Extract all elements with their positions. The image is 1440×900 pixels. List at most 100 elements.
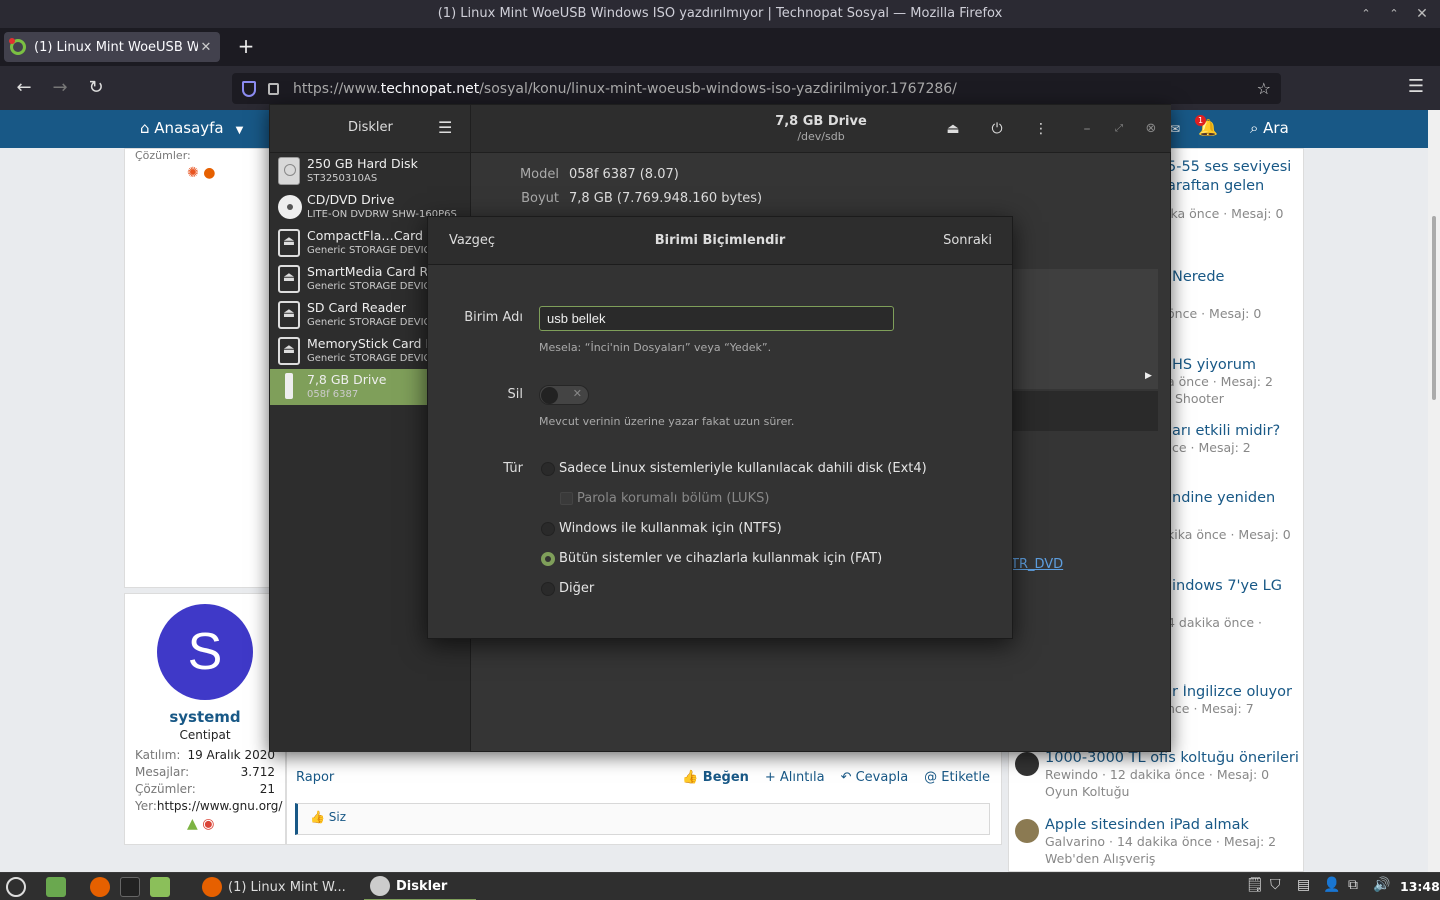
minimize-icon[interactable]: ⌃ xyxy=(1352,0,1380,28)
reactions-bar[interactable]: 👍 Siz xyxy=(295,803,990,835)
shield-icon[interactable]: ⛉ xyxy=(1270,877,1281,893)
window-titlebar: (1) Linux Mint WoeUSB Windows ISO yazdır… xyxy=(0,0,1440,28)
thread-avatar[interactable] xyxy=(1015,752,1039,776)
network-icon[interactable]: ⧉ xyxy=(1348,877,1358,893)
post-actions: Rapor 👍 Beğen + Alıntıla ↶ Cevapla @ Eti… xyxy=(296,770,996,790)
erase-label: Sil xyxy=(507,387,523,402)
files-icon[interactable] xyxy=(150,877,170,897)
erase-hint: Mevcut verinin üzerine yazar fakat uzun … xyxy=(539,415,795,428)
ntfs-option[interactable]: Windows ile kullanmak için (NTFS) xyxy=(559,521,782,536)
solutions-label: Çözümler: xyxy=(135,149,191,162)
bookmark-star-icon[interactable]: ☆ xyxy=(1257,79,1271,98)
mount-link[interactable]: TR_DVD xyxy=(1011,557,1063,572)
disks-sidebar-header: Diskler ☰ xyxy=(270,105,471,153)
other-option[interactable]: Diğer xyxy=(559,581,594,596)
tab-bar: (1) Linux Mint WoeUSB Windows ISO yazdır… xyxy=(0,28,1440,66)
usb-drive-icon xyxy=(278,373,300,401)
author-name[interactable]: systemd xyxy=(125,708,285,726)
disks-main-header: 7,8 GB Drive /dev/sdb ⏏ ⏻ ⋮ – ⤢ ⊗ xyxy=(471,105,1171,153)
show-desktop-icon[interactable] xyxy=(46,877,66,897)
hard-disk-icon xyxy=(278,157,300,185)
os-logos-icon: ✺ ● xyxy=(187,165,216,181)
ext4-option[interactable]: Sadece Linux sistemleriyle kullanılacak … xyxy=(559,461,927,476)
close-tab-icon[interactable]: ✕ xyxy=(198,40,214,55)
device-item[interactable]: 250 GB Hard Disk ST3250310AS xyxy=(270,153,471,189)
taskbar: (1) Linux Mint W... Diskler 🗒 ⛉ ▤ 👤 ⧉ 🔊 … xyxy=(0,872,1440,900)
like-button[interactable]: 👍 Beğen xyxy=(682,770,749,785)
disks-menu-icon[interactable]: ☰ xyxy=(438,118,452,137)
tag-button[interactable]: @ Etiketle xyxy=(924,770,990,785)
home-link[interactable]: ⌂ Anasayfa ▼ xyxy=(140,110,243,148)
mail-icon[interactable]: ✉ xyxy=(1170,122,1180,136)
luks-checkbox[interactable] xyxy=(560,492,573,505)
card-reader-icon xyxy=(278,301,300,329)
tracking-shield-icon[interactable] xyxy=(242,80,256,97)
next-button[interactable]: Sonraki xyxy=(943,233,992,248)
author-title: Centipat xyxy=(179,728,231,742)
firefox-icon xyxy=(202,877,222,897)
disks-app-icon xyxy=(370,876,390,896)
dialog-header: Vazgeç Birimi Biçimlendir Sonraki xyxy=(428,217,1012,265)
play-arrow-icon[interactable]: ▶ xyxy=(1145,371,1152,381)
page-scrollbar[interactable] xyxy=(1428,110,1440,872)
tab-technopat[interactable]: (1) Linux Mint WoeUSB Windows ISO yazdır… xyxy=(4,32,220,62)
close-window-icon[interactable]: ✕ xyxy=(1408,0,1436,28)
erase-toggle[interactable]: ✕ xyxy=(539,385,589,405)
taskbar-disks[interactable]: Diskler xyxy=(364,873,476,900)
drive-options-icon[interactable]: ⋮ xyxy=(1031,119,1051,139)
clipboard-icon[interactable]: 🗒 xyxy=(1246,877,1264,893)
lock-icon[interactable] xyxy=(268,82,279,95)
firefox-launcher-icon[interactable] xyxy=(90,877,110,897)
author-stat: Yer: https://www.gnu.org/ xyxy=(135,799,283,813)
eject-icon[interactable]: ⏏ xyxy=(943,119,963,139)
ntfs-radio[interactable] xyxy=(541,522,555,536)
reload-button[interactable]: ↻ xyxy=(84,76,108,100)
author-stat: Çözümler: 21 xyxy=(135,782,275,796)
disks-title: Diskler xyxy=(348,120,393,135)
reply-button[interactable]: ↶ Cevapla xyxy=(841,770,909,785)
card-reader-icon xyxy=(278,337,300,365)
volume-icon[interactable]: 🔊 xyxy=(1373,877,1390,893)
volume-map[interactable] xyxy=(1011,269,1158,389)
close-window-icon[interactable]: ⊗ xyxy=(1141,119,1161,139)
volume-name-input[interactable] xyxy=(539,306,894,331)
thread-item[interactable]: 1000-3000 TL ofis koltuğu önerileri Rewin… xyxy=(1009,750,1305,799)
x-icon: ✕ xyxy=(572,387,582,400)
notes-icon[interactable]: ▤ xyxy=(1297,877,1310,893)
drive-path: /dev/sdb xyxy=(797,130,845,143)
thread-item[interactable]: Apple sitesinden iPad almak Galvarino · 1… xyxy=(1009,817,1305,866)
thread-avatar[interactable] xyxy=(1015,819,1039,843)
forward-button[interactable]: → xyxy=(48,76,72,100)
back-button[interactable]: ← xyxy=(12,76,36,100)
hamburger-menu-icon[interactable]: ☰ xyxy=(1404,76,1428,100)
url-bar[interactable]: https://www.technopat.net/sosyal/konu/li… xyxy=(232,73,1281,104)
android-chrome-icon: ▲ ◉ xyxy=(187,816,215,832)
author-stat: Mesajlar: 3.712 xyxy=(135,765,275,779)
taskbar-firefox[interactable]: (1) Linux Mint W... xyxy=(196,873,358,900)
dialog-title: Birimi Biçimlendir xyxy=(654,233,786,248)
mint-menu-icon[interactable] xyxy=(6,877,26,897)
type-label: Tür xyxy=(503,461,523,476)
fat-radio[interactable] xyxy=(541,552,555,566)
clock[interactable]: 13:48 xyxy=(1400,879,1440,894)
url-text[interactable]: https://www.technopat.net/sosyal/konu/li… xyxy=(293,81,1257,97)
power-icon[interactable]: ⏻ xyxy=(987,119,1007,139)
new-tab-button[interactable]: + xyxy=(234,34,258,58)
minimize-icon[interactable]: – xyxy=(1077,119,1097,139)
window-title: (1) Linux Mint WoeUSB Windows ISO yazdır… xyxy=(437,6,1003,21)
volume-toolbar xyxy=(1011,391,1158,431)
quote-button[interactable]: + Alıntıla xyxy=(765,770,825,785)
terminal-icon[interactable] xyxy=(120,877,140,897)
ext4-radio[interactable] xyxy=(541,462,555,476)
fat-option[interactable]: Bütün sistemler ve cihazlarla kullanmak … xyxy=(559,551,882,566)
other-radio[interactable] xyxy=(541,582,555,596)
maximize-icon[interactable]: ⌃ xyxy=(1380,0,1408,28)
card-reader-icon xyxy=(278,265,300,293)
report-link[interactable]: Rapor xyxy=(296,770,334,785)
format-volume-dialog: Vazgeç Birimi Biçimlendir Sonraki Birim … xyxy=(427,216,1013,639)
avatar[interactable]: S xyxy=(157,604,253,700)
luks-option[interactable]: Parola korumalı bölüm (LUKS) xyxy=(577,491,769,506)
user-icon[interactable]: 👤 xyxy=(1323,877,1340,893)
search-link[interactable]: ⌕ Ara xyxy=(1250,110,1289,148)
maximize-icon[interactable]: ⤢ xyxy=(1109,119,1129,139)
